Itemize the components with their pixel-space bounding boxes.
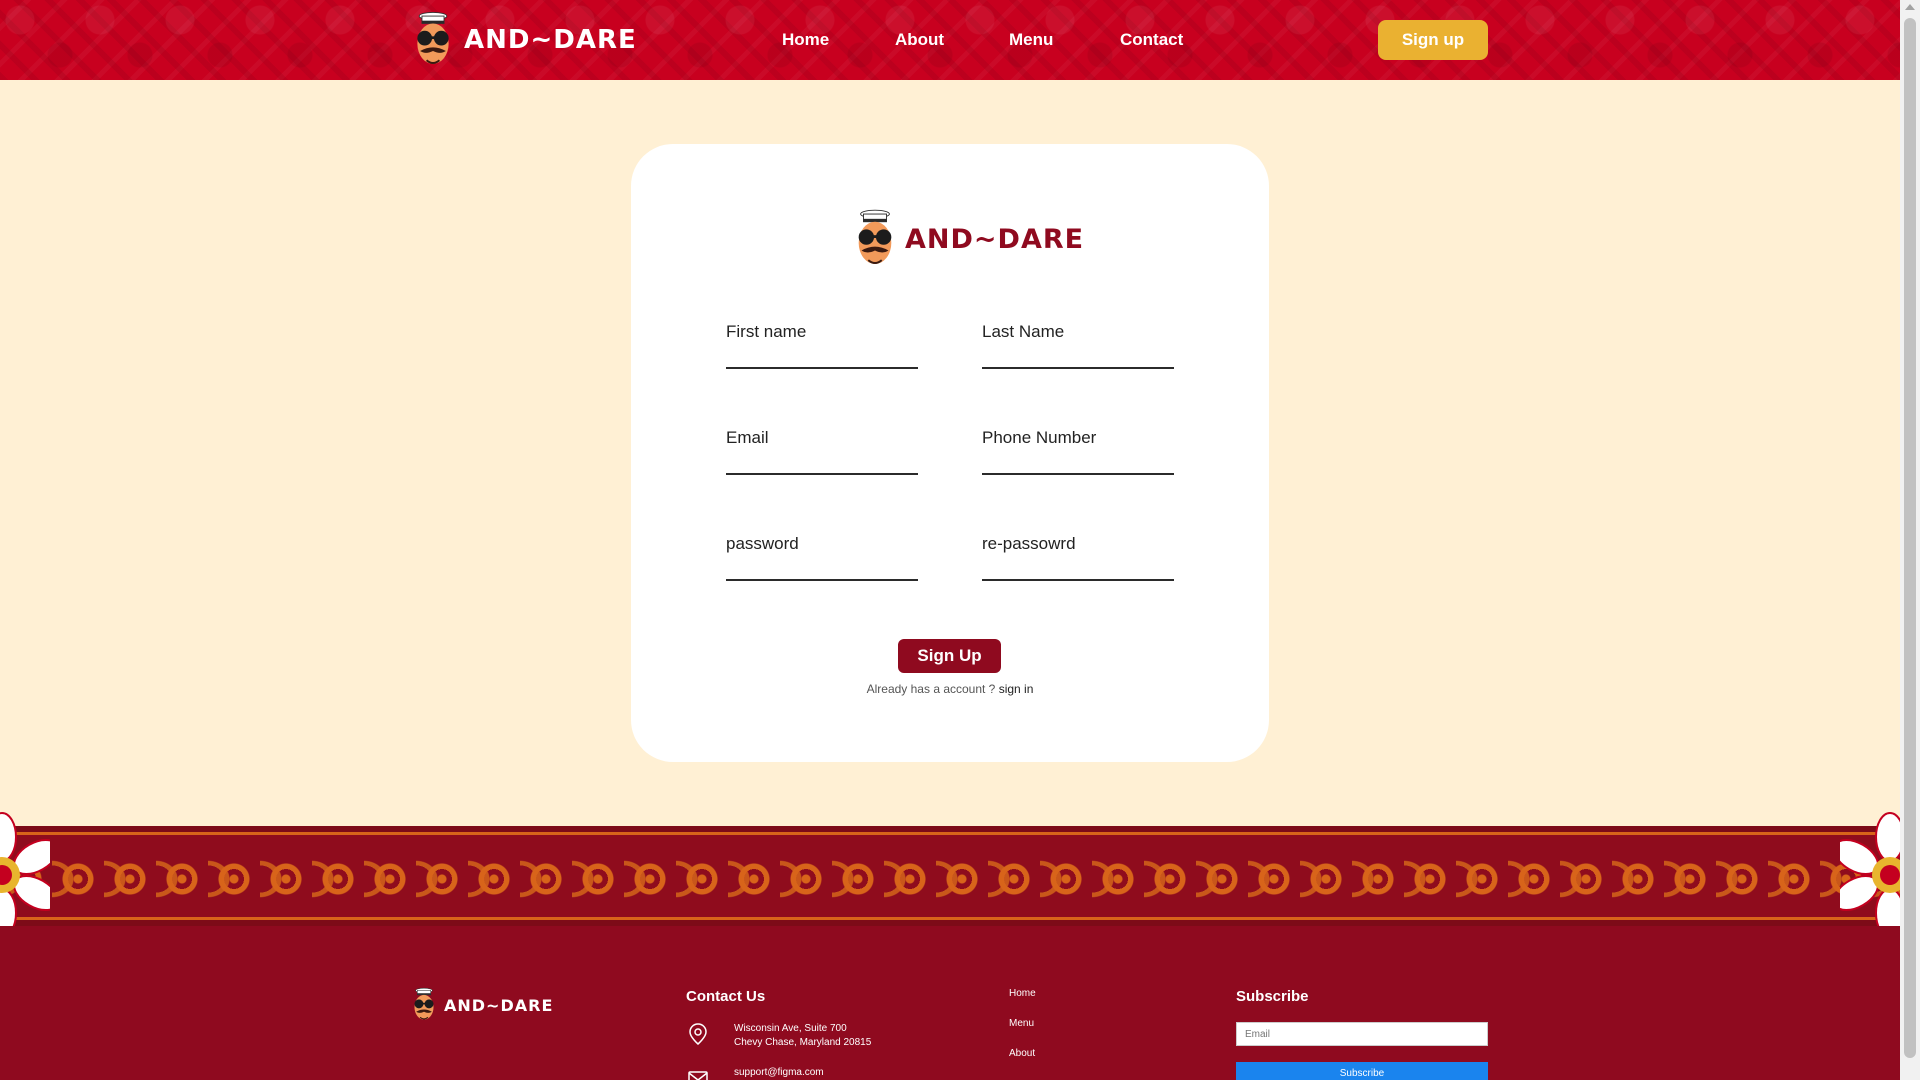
password-underline [726, 579, 918, 581]
contact-heading: Contact Us [686, 988, 766, 1005]
brand-name: AND~DARE [905, 223, 1085, 255]
last-name-underline [982, 367, 1174, 369]
password-label: password [726, 534, 799, 553]
footer-link-menu[interactable]: Menu [1009, 1018, 1034, 1029]
ornament-band [0, 826, 1900, 926]
first-name-field: First name [726, 322, 918, 369]
first-name-label: First name [726, 322, 807, 341]
chef-mascot-icon [410, 986, 438, 1024]
address-text: Wisconsin Ave, Suite 700 Chevy Chase, Ma… [734, 1022, 871, 1050]
phone-input[interactable] [982, 450, 1174, 472]
email-underline [726, 473, 918, 475]
chef-mascot-icon [851, 208, 899, 270]
first-name-underline [726, 367, 918, 369]
mail-icon [688, 1071, 708, 1080]
header-logo[interactable]: AND~DARE [410, 10, 637, 70]
site-footer: AND~DARE [0, 926, 1900, 1080]
last-name-label: Last Name [982, 322, 1065, 341]
scroll-thumb[interactable] [1904, 18, 1916, 1058]
nav-contact[interactable]: Contact [1120, 30, 1183, 50]
email-text[interactable]: support@figma.com [734, 1066, 824, 1080]
last-name-field: Last Name [982, 322, 1174, 369]
subscribe-email-input[interactable] [1236, 1022, 1488, 1046]
password-field: password [726, 534, 918, 581]
card-logo: AND~DARE [851, 208, 1084, 270]
password-input[interactable] [726, 556, 918, 578]
contact-email: support@figma.com [686, 1066, 824, 1080]
footer-link-home[interactable]: Home [1009, 988, 1036, 999]
ornament-pattern [0, 832, 1900, 920]
chef-mascot-icon [410, 10, 456, 70]
contact-address: Wisconsin Ave, Suite 700 Chevy Chase, Ma… [686, 1022, 871, 1050]
signup-card: AND~DARE First name Last Name Email Phon… [631, 144, 1269, 762]
last-name-input[interactable] [982, 344, 1174, 366]
header-signup-button[interactable]: Sign up [1378, 20, 1488, 60]
signin-prompt: Already has a account ? sign in [631, 682, 1269, 696]
signup-submit-button[interactable]: Sign Up [898, 639, 1001, 673]
repassword-label: re-passowrd [982, 534, 1076, 553]
phone-field: Phone Number [982, 428, 1174, 475]
email-field: Email [726, 428, 918, 475]
email-label: Email [726, 428, 769, 447]
repassword-field: re-passowrd [982, 534, 1174, 581]
repassword-underline [982, 579, 1174, 581]
brand-name: AND~DARE [444, 995, 554, 1015]
phone-underline [982, 473, 1174, 475]
page-scrollbar[interactable] [1900, 0, 1920, 1080]
signin-link[interactable]: sign in [999, 682, 1034, 696]
nav-menu[interactable]: Menu [1009, 30, 1053, 50]
location-pin-icon [689, 1023, 707, 1045]
nav-about[interactable]: About [895, 30, 944, 50]
repassword-input[interactable] [982, 556, 1174, 578]
signin-prompt-text: Already has a account ? [866, 682, 996, 696]
brand-name: AND~DARE [464, 25, 637, 55]
flower-ornament-icon [0, 812, 50, 938]
site-header: AND~DARE Home About Menu Contact Sign up [0, 0, 1900, 80]
subscribe-heading: Subscribe [1236, 988, 1309, 1005]
scroll-up-arrow-icon[interactable] [1905, 4, 1915, 10]
email-input[interactable] [726, 450, 918, 472]
subscribe-button[interactable]: Subscribe [1236, 1062, 1488, 1080]
address-line-1: Wisconsin Ave, Suite 700 [734, 1023, 847, 1034]
address-line-2: Chevy Chase, Maryland 20815 [734, 1037, 872, 1048]
nav-home[interactable]: Home [782, 30, 829, 50]
phone-label: Phone Number [982, 428, 1097, 447]
footer-logo[interactable]: AND~DARE [410, 986, 553, 1024]
footer-link-about[interactable]: About [1009, 1048, 1035, 1059]
first-name-input[interactable] [726, 344, 918, 366]
